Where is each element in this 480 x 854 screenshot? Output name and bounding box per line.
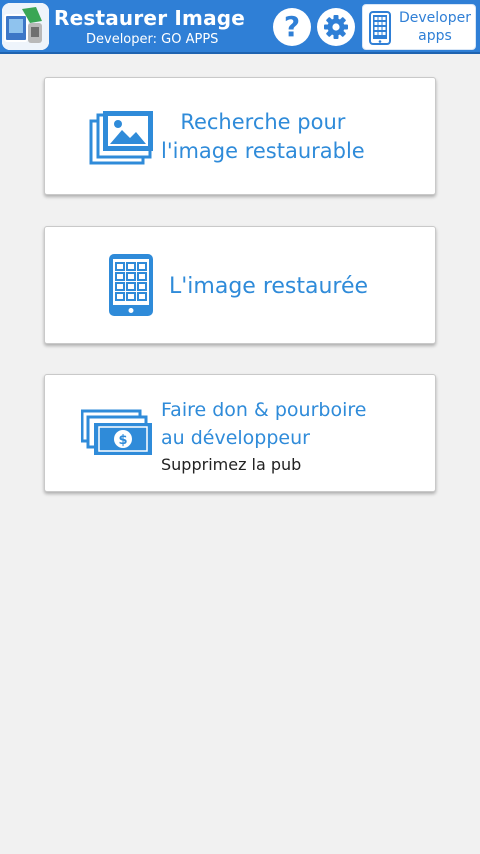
- search-restorable-image-label: Recherche pour l'image restaurable: [161, 108, 365, 166]
- restored-image-label: L'image restaurée: [169, 274, 369, 299]
- donate-button[interactable]: $ Faire don & pourboire au développeur S…: [44, 374, 436, 492]
- donate-label: Faire don & pourboire au développeur: [161, 396, 366, 452]
- gear-icon: [324, 15, 348, 39]
- image-gallery-icon: [89, 111, 153, 165]
- developer-apps-button[interactable]: Developer apps: [362, 4, 476, 50]
- app-title: Restaurer Image: [54, 6, 246, 30]
- card-line: au développeur: [161, 427, 310, 449]
- developer-apps-line1: Developer: [398, 10, 471, 26]
- svg-text:$: $: [118, 433, 127, 448]
- developer-name: Developer: GO APPS: [86, 32, 219, 47]
- app-logo-icon: [2, 3, 49, 50]
- settings-button[interactable]: [317, 8, 355, 46]
- help-icon: ?: [283, 10, 301, 43]
- tablet-icon: [369, 11, 391, 45]
- card-line: Faire don & pourboire: [161, 399, 367, 421]
- remove-ads-label: Supprimez la pub: [161, 455, 302, 474]
- developer-apps-label: Developer apps: [395, 9, 475, 45]
- developer-apps-line2: apps: [418, 28, 452, 44]
- search-restorable-image-button[interactable]: Recherche pour l'image restaurable: [44, 77, 436, 195]
- restored-image-button[interactable]: L'image restaurée: [44, 226, 436, 344]
- money-stack-icon: $: [81, 409, 152, 455]
- help-button[interactable]: ?: [273, 8, 311, 46]
- app-bar: Restaurer Image Developer: GO APPS ? Dev…: [0, 0, 480, 54]
- card-line: l'image restaurable: [161, 139, 365, 163]
- tablet-grid-icon: [109, 254, 153, 316]
- card-line: Recherche pour: [180, 110, 346, 134]
